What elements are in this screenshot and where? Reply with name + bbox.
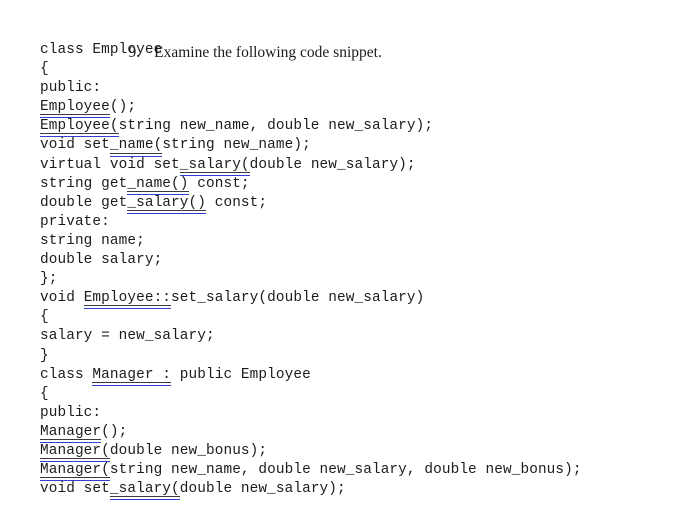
code-text: string new_name);: [162, 137, 311, 154]
code-line: Manager(string new_name, double new_sala…: [40, 461, 582, 482]
underlined-identifier: Manager(: [40, 442, 110, 463]
underlined-identifier: _name(): [127, 175, 189, 195]
underlined-identifier: Manager :: [92, 366, 171, 386]
code-text: void set: [40, 137, 110, 154]
code-text: const;: [205, 194, 268, 211]
underlined-identifier: Manager(: [40, 461, 110, 482]
code-line: Manager();: [40, 423, 582, 444]
code-text: class: [40, 366, 93, 383]
code-text: ();: [101, 423, 128, 440]
code-line: class Manager : public Employee: [40, 366, 582, 386]
code-text: void: [40, 290, 84, 307]
code-text: const;: [188, 175, 250, 192]
code-text: virtual void set: [40, 156, 180, 173]
code-line: double get_salary() const;: [40, 194, 582, 214]
code-text: double get: [40, 194, 128, 211]
underlined-identifier: _salary(: [109, 480, 180, 501]
code-line: void set_salary(double new_salary);: [40, 480, 582, 501]
code-line: virtual void set_salary(double new_salar…: [40, 156, 582, 176]
underlined-identifier: Manager: [40, 423, 102, 444]
underlined-identifier: Employee: [40, 98, 110, 119]
code-line: Manager(double new_bonus);: [40, 442, 582, 463]
code-line: {: [40, 309, 49, 326]
code-line: void set_name(string new_name);: [40, 136, 582, 157]
code-line: };: [40, 271, 58, 288]
code-line: public:: [40, 80, 102, 97]
code-text: void set: [40, 481, 110, 498]
code-line: }: [40, 347, 49, 364]
code-line: {: [40, 61, 49, 78]
code-line: public:: [40, 404, 102, 421]
code-line: string name;: [40, 232, 145, 249]
underlined-identifier: _name(: [109, 136, 163, 157]
code-text: string new_name, double new_salary, doub…: [109, 462, 582, 479]
code-line: Employee(string new_name, double new_sal…: [40, 117, 582, 138]
code-snippet: class Employee{public: Employee(); Employe…: [40, 41, 582, 501]
code-text: double new_salary);: [249, 156, 416, 173]
code-line: class Employee: [40, 42, 163, 58]
code-text: string get: [40, 175, 128, 192]
underlined-identifier: _salary(): [127, 194, 206, 214]
code-line: double salary;: [40, 252, 163, 269]
code-text: set_salary(double new_salary): [171, 290, 425, 307]
code-line: salary = new_salary;: [40, 328, 215, 345]
code-line: {: [40, 385, 49, 402]
underlined-identifier: Employee(: [40, 117, 119, 138]
code-text: string new_name, double new_salary);: [118, 118, 434, 135]
code-text: double new_bonus);: [109, 442, 268, 459]
code-line: string get_name() const;: [40, 175, 582, 195]
underlined-identifier: Employee::: [83, 289, 172, 310]
code-text: ();: [109, 99, 137, 116]
code-line: private:: [40, 213, 110, 230]
code-text: public Employee: [171, 366, 311, 383]
underlined-identifier: _salary(: [179, 156, 250, 176]
code-line: Employee();: [40, 98, 582, 119]
code-line: void Employee::set_salary(double new_sal…: [40, 289, 582, 310]
code-text: double new_salary);: [179, 481, 346, 498]
document-page: 9. Examine the following code snippet. cl…: [0, 0, 687, 521]
